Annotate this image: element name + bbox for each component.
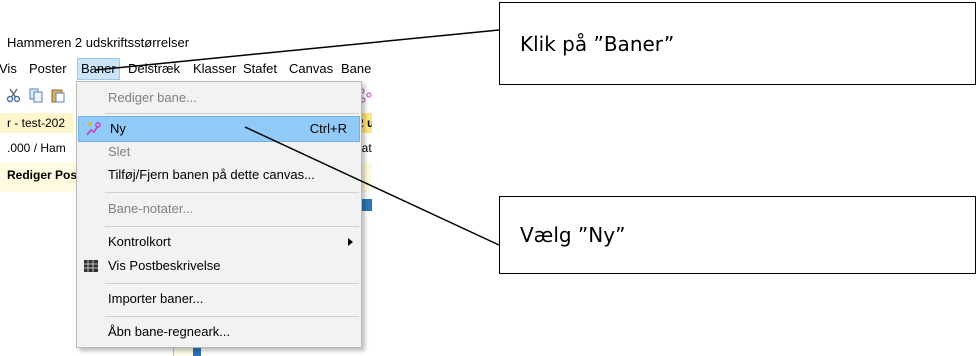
callout-connector-lines <box>94 29 500 246</box>
connector-line-baner <box>94 29 500 71</box>
connector-line-ny <box>244 126 500 246</box>
